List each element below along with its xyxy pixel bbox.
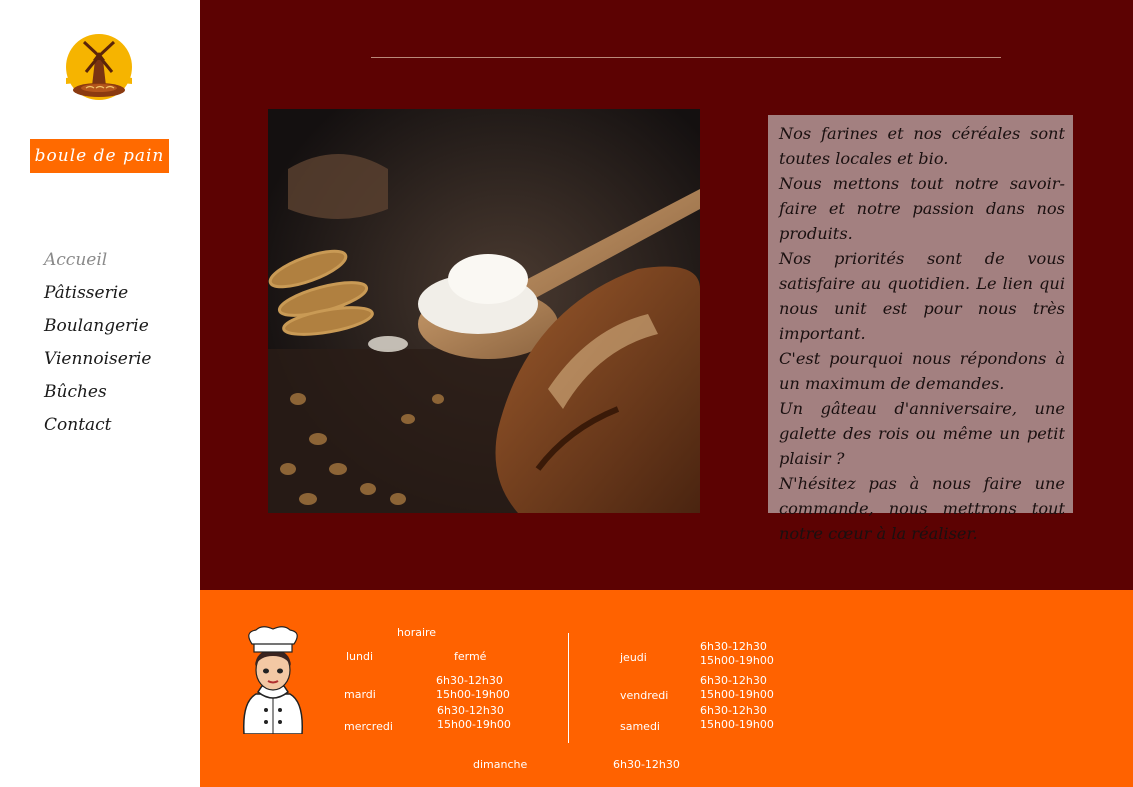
hours-mardi-afternoon: 15h00-19h00 [436, 688, 510, 701]
hours-mardi-morning: 6h30-12h30 [436, 674, 503, 687]
hours-lundi: fermé [454, 650, 487, 663]
brand-badge[interactable]: boule de pain [30, 139, 169, 173]
day-lundi: lundi [346, 650, 374, 663]
intro-paragraph: Nos farines et nos céréales sont toutes … [779, 124, 1065, 168]
intro-paragraph: C'est pourquoi nous répondons à un maxim… [779, 349, 1065, 393]
hours-samedi-afternoon: 15h00-19h00 [700, 718, 774, 731]
hours-jeudi-morning: 6h30-12h30 [700, 640, 767, 653]
day-samedi: samedi [620, 720, 660, 733]
nav-item-viennoiserie[interactable]: Viennoiserie [44, 347, 151, 380]
intro-paragraph: Nous mettons tout notre savoir-faire et … [779, 174, 1065, 243]
hours-dimanche: 6h30-12h30 [613, 758, 680, 771]
nav-item-boulangerie[interactable]: Boulangerie [44, 314, 151, 347]
intro-text-panel: Nos farines et nos céréales sont toutes … [768, 115, 1073, 543]
chef-illustration [243, 626, 303, 734]
divider-rule [371, 57, 1001, 58]
footer-hours: horaire lundi fermé mardi 6h30-12h30 15h… [200, 590, 1133, 787]
nav-item-accueil[interactable]: Accueil [44, 248, 151, 281]
intro-paragraph: Nos priorités sont de vous satisfaire au… [779, 249, 1065, 343]
hours-title: horaire [397, 626, 437, 639]
day-mercredi: mercredi [344, 720, 393, 733]
nav-item-patisserie[interactable]: Pâtisserie [44, 281, 151, 314]
hours-vendredi-afternoon: 15h00-19h00 [700, 688, 774, 701]
windmill-logo-icon[interactable] [62, 34, 136, 102]
sidebar: boule de pain Accueil Pâtisserie Boulang… [0, 0, 200, 787]
day-vendredi: vendredi [620, 689, 669, 702]
nav-item-buches[interactable]: Bûches [44, 380, 151, 413]
hours-samedi-morning: 6h30-12h30 [700, 704, 767, 717]
bread-flour-photo [268, 109, 700, 513]
day-mardi: mardi [344, 688, 376, 701]
nav-item-contact[interactable]: Contact [44, 413, 151, 446]
hours-mercredi-afternoon: 15h00-19h00 [437, 718, 511, 731]
day-dimanche: dimanche [473, 758, 528, 771]
hours-jeudi-afternoon: 15h00-19h00 [700, 654, 774, 667]
main-nav: Accueil Pâtisserie Boulangerie Viennoise… [44, 248, 151, 446]
intro-paragraph: N'hésitez pas à nous faire une commande,… [779, 474, 1065, 543]
hours-vendredi-morning: 6h30-12h30 [700, 674, 767, 687]
main-content: Nos farines et nos céréales sont toutes … [200, 0, 1133, 590]
hours-divider [568, 633, 569, 743]
intro-paragraph: Un gâteau d'anniversaire, une galette de… [779, 399, 1065, 468]
day-jeudi: jeudi [620, 651, 647, 664]
hours-mercredi-morning: 6h30-12h30 [437, 704, 504, 717]
